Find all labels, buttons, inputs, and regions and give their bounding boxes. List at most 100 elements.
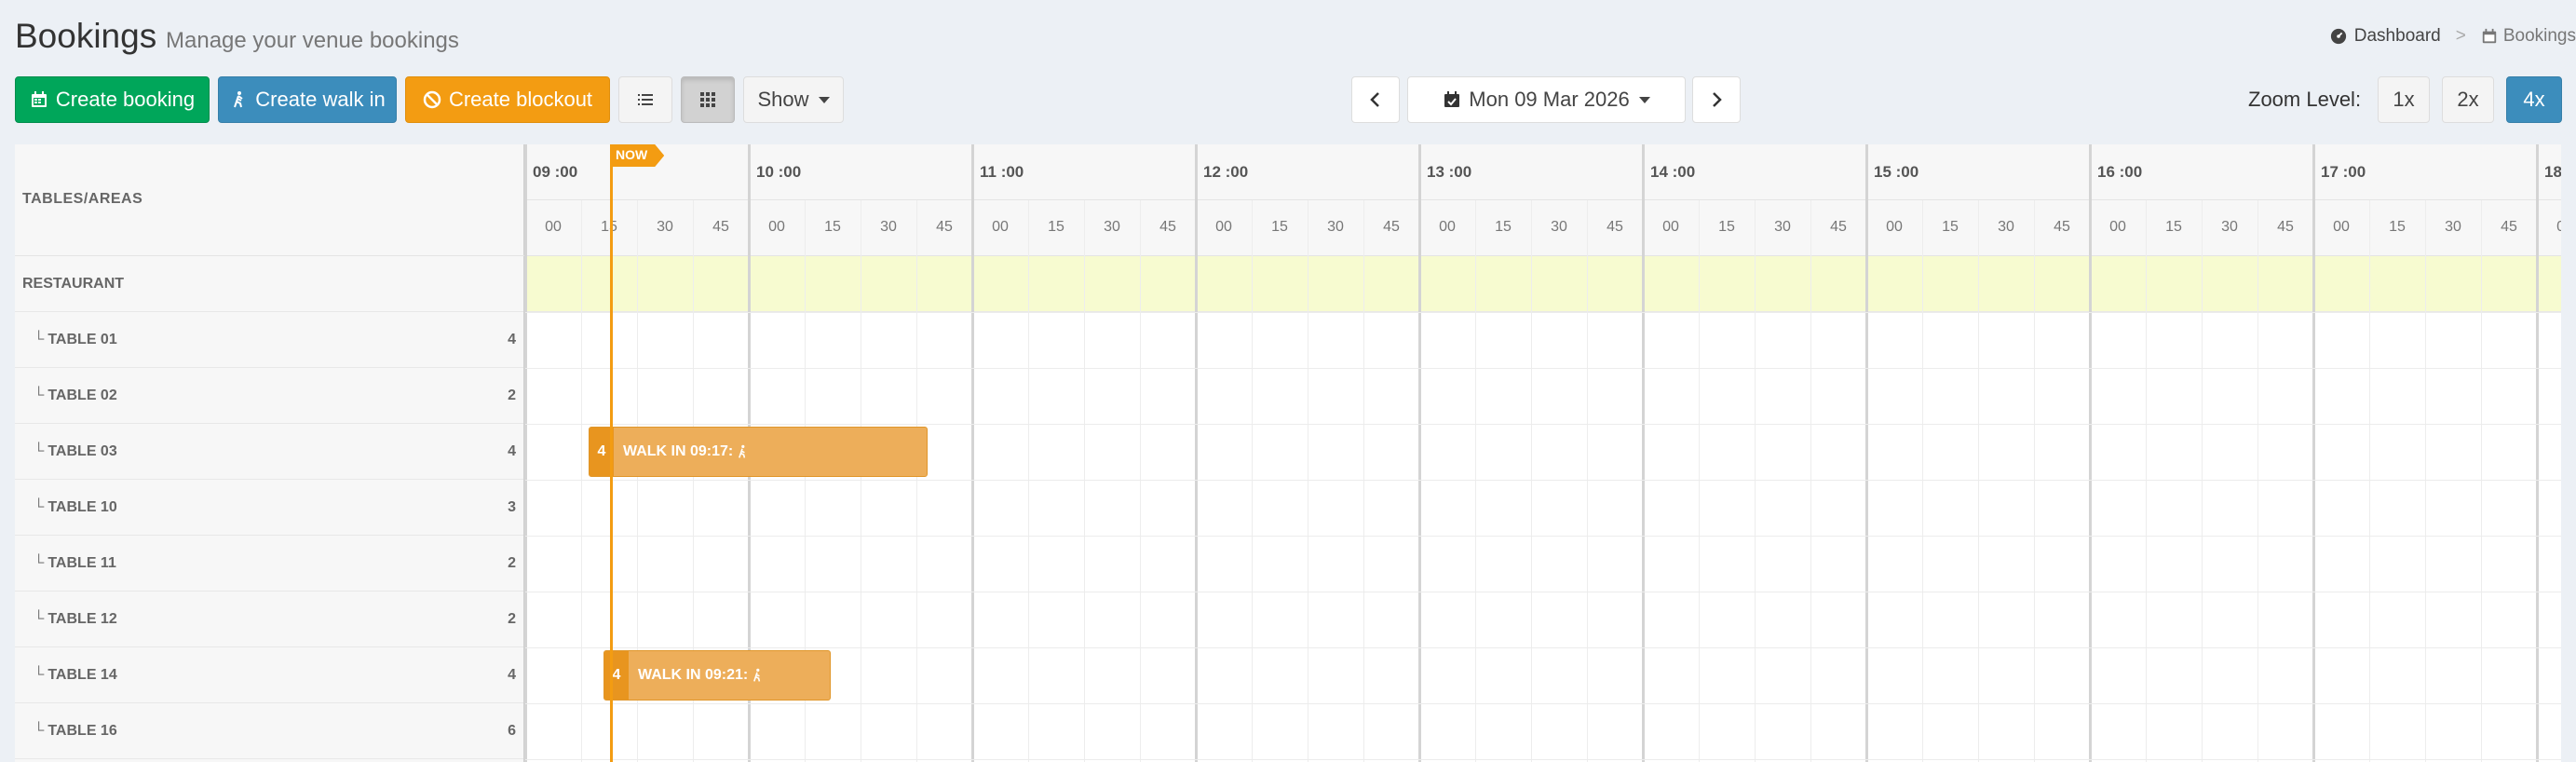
tree-branch-icon: └ bbox=[34, 388, 45, 403]
page-subtitle: Manage your venue bookings bbox=[166, 28, 459, 53]
table-row[interactable]: └ TABLE 01 4 bbox=[15, 312, 523, 368]
create-blockout-button[interactable]: Create blockout bbox=[405, 76, 610, 123]
table-row[interactable]: └ TABLE 02 2 bbox=[15, 368, 523, 424]
table-name: └ TABLE 12 bbox=[34, 611, 117, 628]
table-name: └ TABLE 14 bbox=[34, 667, 117, 684]
minute-label: 00 bbox=[1215, 219, 1232, 235]
minute-label: 30 bbox=[2221, 219, 2238, 235]
zoom-1x-button[interactable]: 1x bbox=[2378, 76, 2430, 123]
row-gridline bbox=[525, 703, 2561, 704]
hour-gridline bbox=[1195, 144, 1198, 762]
minute-label: 45 bbox=[2501, 219, 2517, 235]
caret-down-icon bbox=[818, 96, 830, 103]
next-day-button[interactable] bbox=[1692, 76, 1741, 123]
minute-label: 15 bbox=[2389, 219, 2406, 235]
minute-label: 15 bbox=[824, 219, 841, 235]
minute-label: 00 bbox=[2333, 219, 2350, 235]
walkin-booking-block[interactable]: 4 WALK IN 09:21: bbox=[603, 650, 831, 701]
quarter-gridline bbox=[1531, 200, 1532, 762]
table-row[interactable]: └ TABLE 16 6 bbox=[15, 703, 523, 759]
hour-header-row: 09 :00 10 :00 11 :00 12 :00 13 :00 14 :00 15 :… bbox=[525, 144, 2561, 200]
quarter-gridline bbox=[1810, 200, 1811, 762]
table-row[interactable]: └ TABLE 12 2 bbox=[15, 592, 523, 647]
calendar-icon bbox=[2482, 28, 2497, 44]
hour-gridline bbox=[1418, 144, 1421, 762]
minute-label: 30 bbox=[2445, 219, 2461, 235]
minute-label: 15 bbox=[1271, 219, 1288, 235]
quarter-gridline bbox=[2425, 200, 2426, 762]
quarter-gridline bbox=[2146, 200, 2147, 762]
breadcrumb-dashboard[interactable]: Dashboard bbox=[2330, 26, 2441, 47]
minute-label: 45 bbox=[1159, 219, 1176, 235]
minute-label: 00 bbox=[2556, 219, 2561, 235]
tables-column: TABLES/AREAS RESTAURANT └ TABLE 01 4 └ TABLE … bbox=[15, 144, 525, 762]
minute-label: 30 bbox=[657, 219, 673, 235]
table-row[interactable]: └ TABLE 14 4 bbox=[15, 647, 523, 703]
quarter-gridline bbox=[1699, 200, 1700, 762]
breadcrumb-bookings[interactable]: Bookings bbox=[2481, 26, 2576, 47]
create-booking-label: Create booking bbox=[55, 88, 196, 111]
table-name: └ TABLE 01 bbox=[34, 332, 117, 348]
timeline-grid[interactable]: 09 :00 10 :00 11 :00 12 :00 13 :00 14 :00 15 :… bbox=[524, 144, 2561, 762]
chevron-right-icon bbox=[1713, 92, 1722, 107]
zoom-4x-button[interactable]: 4x bbox=[2506, 76, 2562, 123]
walking-icon bbox=[739, 444, 746, 458]
zoom-2x-button[interactable]: 2x bbox=[2442, 76, 2494, 123]
minute-label: 45 bbox=[1607, 219, 1623, 235]
zoom-level-label: Zoom Level: bbox=[2248, 88, 2362, 111]
list-view-button[interactable] bbox=[618, 76, 672, 123]
minute-label: 00 bbox=[2109, 219, 2126, 235]
quarter-gridline bbox=[2257, 200, 2258, 762]
table-name-label: TABLE 12 bbox=[47, 611, 117, 627]
table-name: └ TABLE 10 bbox=[34, 499, 117, 516]
table-row[interactable]: └ TABLE 11 2 bbox=[15, 536, 523, 592]
minute-label: 15 bbox=[2165, 219, 2182, 235]
booking-label: WALK IN 09:21: bbox=[629, 667, 765, 684]
hour-label: 10 :00 bbox=[756, 163, 802, 181]
create-booking-button[interactable]: Create booking bbox=[15, 76, 210, 123]
walkin-booking-block[interactable]: 4 WALK IN 09:17: bbox=[589, 427, 928, 477]
quarter-gridline bbox=[1978, 200, 1979, 762]
zoom-1x-label: 1x bbox=[2393, 88, 2415, 111]
booking-scheduler: TABLES/AREAS RESTAURANT └ TABLE 01 4 └ TABLE … bbox=[15, 144, 2561, 762]
hour-label: 16 :00 bbox=[2097, 163, 2143, 181]
hour-label: 17 :00 bbox=[2321, 163, 2366, 181]
date-label: Mon 09 Mar 2026 bbox=[1469, 88, 1630, 111]
minute-label: 30 bbox=[1551, 219, 1567, 235]
quarter-gridline bbox=[1587, 200, 1588, 762]
minute-label: 45 bbox=[1383, 219, 1400, 235]
grid-view-button[interactable] bbox=[681, 76, 735, 123]
quarter-gridline bbox=[1755, 200, 1756, 762]
create-walkin-button[interactable]: Create walk in bbox=[218, 76, 397, 123]
table-name: └ TABLE 03 bbox=[34, 443, 117, 460]
hour-gridline bbox=[2536, 144, 2539, 762]
page-title: Bookings bbox=[15, 17, 157, 55]
date-picker-button[interactable]: Mon 09 Mar 2026 bbox=[1407, 76, 1686, 123]
show-dropdown-button[interactable]: Show bbox=[743, 76, 844, 123]
tree-branch-icon: └ bbox=[34, 443, 45, 459]
tree-branch-icon: └ bbox=[34, 332, 45, 347]
booking-label-text: WALK IN 09:17: bbox=[623, 443, 734, 459]
table-name-label: TABLE 10 bbox=[47, 499, 117, 515]
tree-branch-icon: └ bbox=[34, 555, 45, 571]
previous-day-button[interactable] bbox=[1351, 76, 1400, 123]
minute-label: 45 bbox=[2277, 219, 2294, 235]
hour-label: 18 bbox=[2544, 163, 2561, 181]
quarter-gridline bbox=[2369, 200, 2370, 762]
quarter-gridline bbox=[1084, 200, 1085, 762]
minute-label: 45 bbox=[936, 219, 953, 235]
calendar-icon bbox=[31, 91, 47, 107]
tree-branch-icon: └ bbox=[34, 723, 45, 739]
table-name-label: TABLE 14 bbox=[47, 667, 117, 683]
minute-label: 30 bbox=[880, 219, 897, 235]
tree-branch-icon: └ bbox=[34, 499, 45, 515]
table-capacity: 2 bbox=[508, 388, 516, 403]
quarter-gridline bbox=[1922, 200, 1923, 762]
table-capacity: 6 bbox=[508, 723, 516, 739]
table-row[interactable]: └ TABLE 03 4 bbox=[15, 424, 523, 480]
minute-label: 15 bbox=[1495, 219, 1512, 235]
minute-label: 00 bbox=[992, 219, 1009, 235]
table-row[interactable]: └ TABLE 10 3 bbox=[15, 480, 523, 536]
ban-icon bbox=[423, 90, 441, 109]
create-blockout-label: Create blockout bbox=[448, 88, 593, 111]
